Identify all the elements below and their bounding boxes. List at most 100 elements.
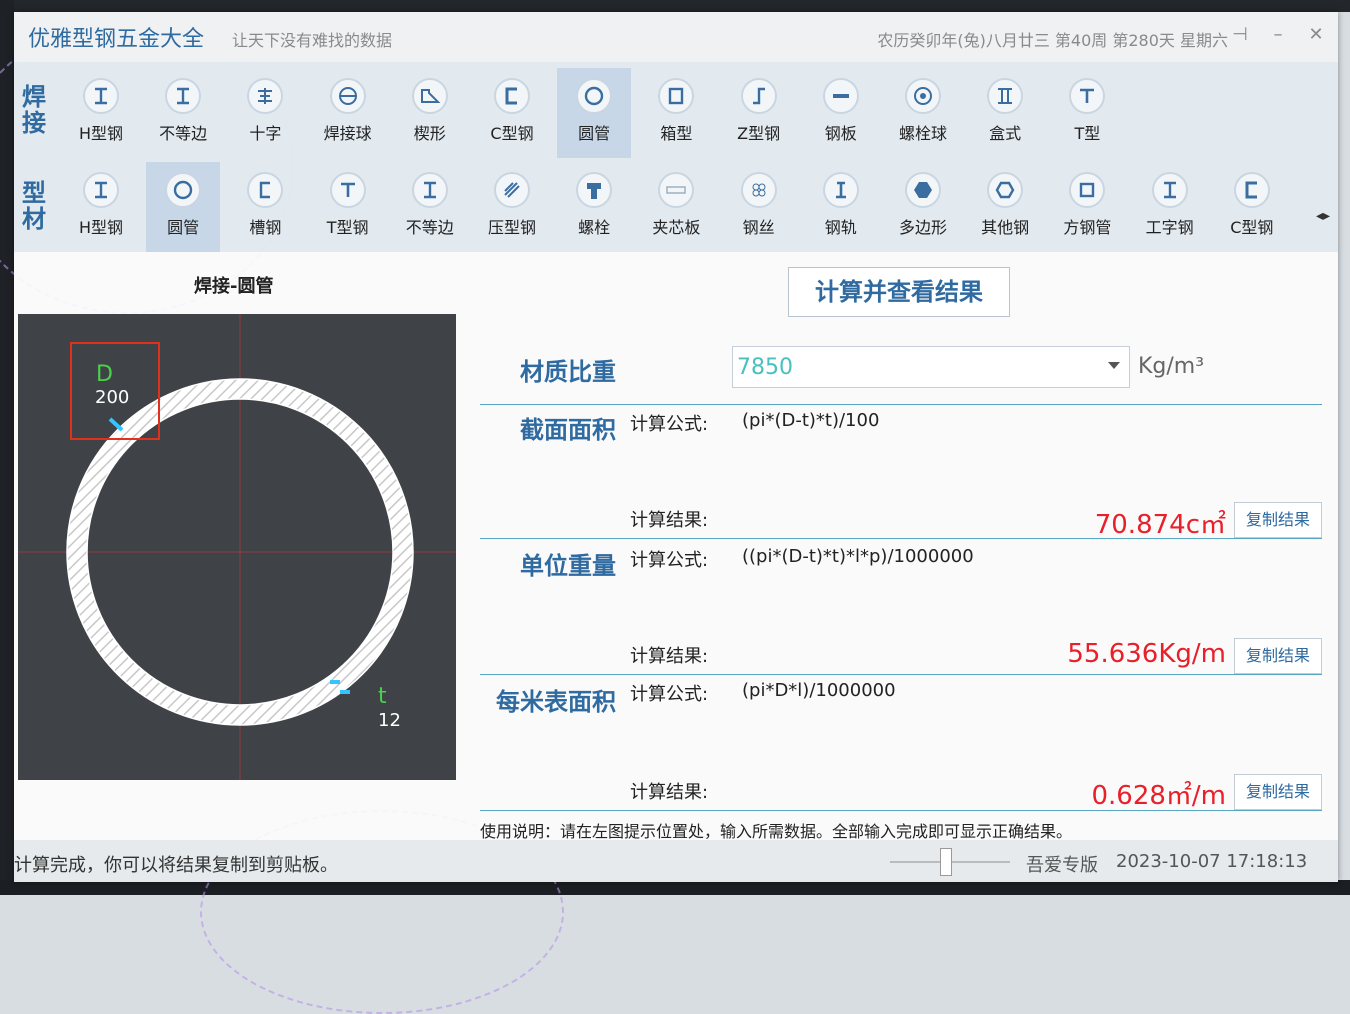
- datetime-label: 2023-10-07 17:18:13: [1116, 851, 1308, 872]
- tool-label: 钢板: [824, 124, 857, 143]
- calculate-button[interactable]: 计算并查看结果: [788, 267, 1010, 317]
- opacity-slider-thumb[interactable]: [940, 848, 952, 876]
- tool-label: 工字钢: [1145, 218, 1194, 237]
- welded-tool-h-beam[interactable]: H型钢: [64, 68, 138, 158]
- copy-area-button[interactable]: 复制结果: [1234, 502, 1322, 538]
- rail-icon: [822, 172, 859, 208]
- separator-line: [480, 674, 1322, 675]
- tool-label: 十字: [249, 124, 282, 143]
- profile-tool-profiled-steel[interactable]: 压型钢: [475, 162, 549, 252]
- toolbar-scroll-arrows-icon[interactable]: ◂▸: [1316, 208, 1330, 224]
- copy-surface-button[interactable]: 复制结果: [1234, 774, 1322, 810]
- polygon-icon: [905, 172, 941, 208]
- copy-weight-button[interactable]: 复制结果: [1234, 638, 1322, 674]
- unequal-angle-icon: [165, 78, 202, 114]
- profile-tool-unequal-angle[interactable]: 不等边: [393, 162, 467, 252]
- sandwich-panel-icon: [658, 172, 695, 208]
- welded-tool-steel-plate[interactable]: 钢板: [804, 68, 878, 158]
- profile-tool-sandwich-panel[interactable]: 夹芯板: [639, 162, 713, 252]
- channel-icon: [247, 172, 284, 208]
- tool-label: 夹芯板: [652, 218, 701, 237]
- surface-result: 0.628㎡/m: [1091, 781, 1226, 811]
- tool-label: 楔形: [413, 124, 446, 143]
- profile-tool-round-pipe[interactable]: 圆管: [146, 162, 221, 252]
- area-result-label: 计算结果:: [630, 510, 709, 531]
- profile-tool-rail[interactable]: 钢轨: [804, 162, 878, 252]
- density-unit: Kg/m³: [1138, 354, 1205, 379]
- diameter-label: D: [96, 362, 113, 387]
- welded-tool-cross-section[interactable]: 十字: [228, 68, 302, 158]
- profile-tool-steel-wire[interactable]: 钢丝: [722, 162, 796, 252]
- thickness-label: t: [378, 684, 387, 709]
- app-title: 优雅型钢五金大全: [28, 27, 205, 52]
- welded-tool-t-section[interactable]: T型: [1050, 68, 1124, 158]
- profile-tool-h-beam[interactable]: H型钢: [64, 162, 138, 252]
- area-formula: (pi*(D-t)*t)/100: [742, 410, 880, 431]
- welded-tool-z-section[interactable]: Z型钢: [722, 68, 796, 158]
- area-title: 截面面积: [520, 416, 616, 444]
- t-section-icon: [1069, 78, 1106, 114]
- tool-label: H型钢: [78, 124, 124, 143]
- chevron-down-icon[interactable]: [1108, 362, 1120, 369]
- app-slogan: 让天下没有难找的数据: [232, 31, 393, 50]
- lunar-date-info: 农历癸卯年(兔)八月廿三 第40周 第280天 星期六: [877, 31, 1228, 50]
- welded-tool-c-channel[interactable]: C型钢: [475, 68, 549, 158]
- c-channel-icon: [1233, 172, 1270, 208]
- tool-label: 槽钢: [249, 218, 282, 237]
- round-pipe-icon: [165, 172, 202, 208]
- h-beam-icon: [83, 172, 119, 208]
- other-steel-icon: [987, 172, 1024, 208]
- title-bar: 优雅型钢五金大全 让天下没有难找的数据 农历癸卯年(兔)八月廿三 第40周 第2…: [14, 12, 1338, 62]
- tool-label: 螺栓球: [898, 124, 947, 143]
- surface-result-label: 计算结果:: [630, 782, 709, 803]
- weight-result-label: 计算结果:: [630, 646, 709, 667]
- profile-tool-t-section[interactable]: T型钢: [311, 162, 385, 252]
- t-section-icon: [329, 172, 366, 208]
- welded-tool-round-pipe[interactable]: 圆管: [557, 68, 632, 158]
- tool-label: Z型钢: [737, 124, 781, 143]
- profile-tool-c-channel[interactable]: C型钢: [1215, 162, 1289, 252]
- weight-formula-label: 计算公式:: [630, 550, 709, 571]
- profile-tool-channel[interactable]: 槽钢: [228, 162, 302, 252]
- i-beam-icon: [1151, 172, 1188, 208]
- tool-label: 压型钢: [487, 218, 536, 237]
- pin-icon[interactable]: ⊣: [1228, 24, 1252, 45]
- profile-tool-bolt[interactable]: 螺栓: [557, 162, 631, 252]
- profile-tool-square-tube[interactable]: 方钢管: [1050, 162, 1124, 252]
- separator-line: [480, 404, 1322, 405]
- tool-label: 螺栓: [578, 218, 611, 237]
- close-icon[interactable]: ✕: [1304, 24, 1328, 45]
- welded-tool-box-type[interactable]: 盒式: [968, 68, 1042, 158]
- background-app-left: [0, 0, 14, 895]
- welded-tool-wedge[interactable]: 楔形: [393, 68, 467, 158]
- tool-label: 盒式: [989, 124, 1022, 143]
- box-type-icon: [987, 78, 1024, 114]
- welded-tool-bolt-ball[interactable]: 螺栓球: [886, 68, 960, 158]
- tool-label: 方钢管: [1063, 218, 1112, 237]
- round-pipe-icon: [576, 78, 613, 114]
- cross-section-icon: [247, 78, 284, 114]
- thickness-value[interactable]: 12: [378, 710, 401, 731]
- tool-label: T型: [1074, 124, 1101, 143]
- tool-label: 其他钢: [981, 218, 1030, 237]
- area-formula-label: 计算公式:: [630, 414, 709, 435]
- profile-tool-polygon[interactable]: 多边形: [886, 162, 960, 252]
- profile-tool-other-steel[interactable]: 其他钢: [968, 162, 1042, 252]
- tool-label: T型钢: [326, 218, 369, 237]
- section-type-toolbar: 焊接 型材 H型钢 不等边 十字 焊接球 楔形 C型钢 圆管 箱型 Z型钢 钢板 螺栓球 盒式 T型 H…: [14, 62, 1338, 252]
- background-app-bottom: [0, 880, 1350, 895]
- welded-tool-welded-ball[interactable]: 焊接球: [311, 68, 385, 158]
- bolt-ball-icon: [905, 78, 941, 114]
- diameter-value[interactable]: 200: [95, 387, 129, 408]
- minimize-icon[interactable]: –: [1266, 24, 1290, 45]
- profile-tool-i-beam[interactable]: 工字钢: [1133, 162, 1207, 252]
- separator-line: [480, 810, 1322, 811]
- density-select[interactable]: 7850: [732, 346, 1130, 388]
- row-label-profile: 型材: [22, 179, 46, 233]
- c-channel-icon: [494, 78, 530, 114]
- surface-formula-label: 计算公式:: [630, 684, 709, 705]
- welded-tool-box-section[interactable]: 箱型: [639, 68, 713, 158]
- tool-label: 不等边: [159, 124, 208, 143]
- box-section-icon: [658, 78, 695, 114]
- welded-tool-unequal-angle[interactable]: 不等边: [146, 68, 220, 158]
